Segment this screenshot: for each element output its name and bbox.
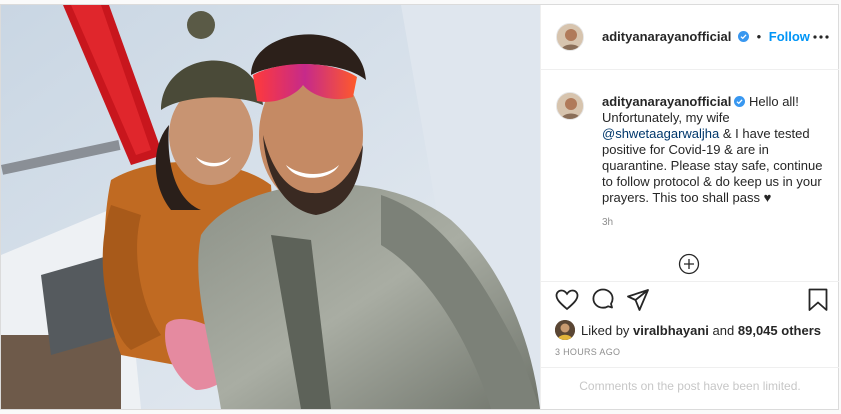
likes-middle: and (712, 323, 735, 338)
post-header: adityanarayanofficial • Follow (541, 5, 839, 70)
post-timestamp[interactable]: 3 HOURS AGO (555, 347, 620, 357)
avatar-image (557, 93, 583, 119)
comment-bubble-icon[interactable] (590, 287, 616, 313)
verified-badge-icon (734, 96, 746, 107)
liker-username[interactable]: viralbhayani (633, 323, 709, 338)
heart-emoji: ♥ (763, 190, 772, 205)
heart-icon[interactable] (554, 287, 580, 313)
bookmark-icon[interactable] (805, 287, 831, 313)
verified-badge-icon (737, 31, 749, 42)
post-photo[interactable] (1, 5, 540, 409)
post-side-panel: adityanarayanofficial • Follow adityanar… (540, 5, 839, 409)
author-avatar[interactable] (556, 23, 584, 51)
paper-plane-icon[interactable] (625, 287, 651, 313)
instagram-post: adityanarayanofficial • Follow adityanar… (0, 4, 839, 410)
separator-dot: • (756, 29, 762, 44)
likes-prefix: Liked by (581, 323, 630, 338)
follow-button[interactable]: Follow (769, 29, 810, 44)
comments-limited-notice: Comments on the post have been limited. (579, 379, 801, 393)
plus-circle-icon[interactable] (678, 253, 700, 275)
likes-text: Liked by viralbhayani and 89,045 others (581, 323, 821, 338)
avatar-image (557, 24, 583, 50)
caption-username[interactable]: adityanarayanofficial (602, 94, 731, 109)
post-caption: adityanarayanofficial Hello all! Unfortu… (602, 94, 834, 206)
author-username[interactable]: adityanarayanofficial (602, 29, 731, 44)
header-user-row: adityanarayanofficial • Follow (602, 29, 810, 44)
actions-divider (541, 281, 839, 282)
liker-avatar[interactable] (555, 320, 575, 340)
caption-avatar[interactable] (556, 92, 584, 120)
caption-time[interactable]: 3h (602, 217, 613, 228)
caption-mention-link[interactable]: @shwetaagarwaljha (602, 126, 719, 141)
more-options-icon[interactable] (811, 29, 831, 45)
comments-divider (541, 367, 839, 368)
action-bar (541, 287, 839, 317)
selfie-image (1, 5, 540, 409)
likes-count[interactable]: 89,045 others (738, 323, 821, 338)
avatar-image (555, 320, 575, 340)
